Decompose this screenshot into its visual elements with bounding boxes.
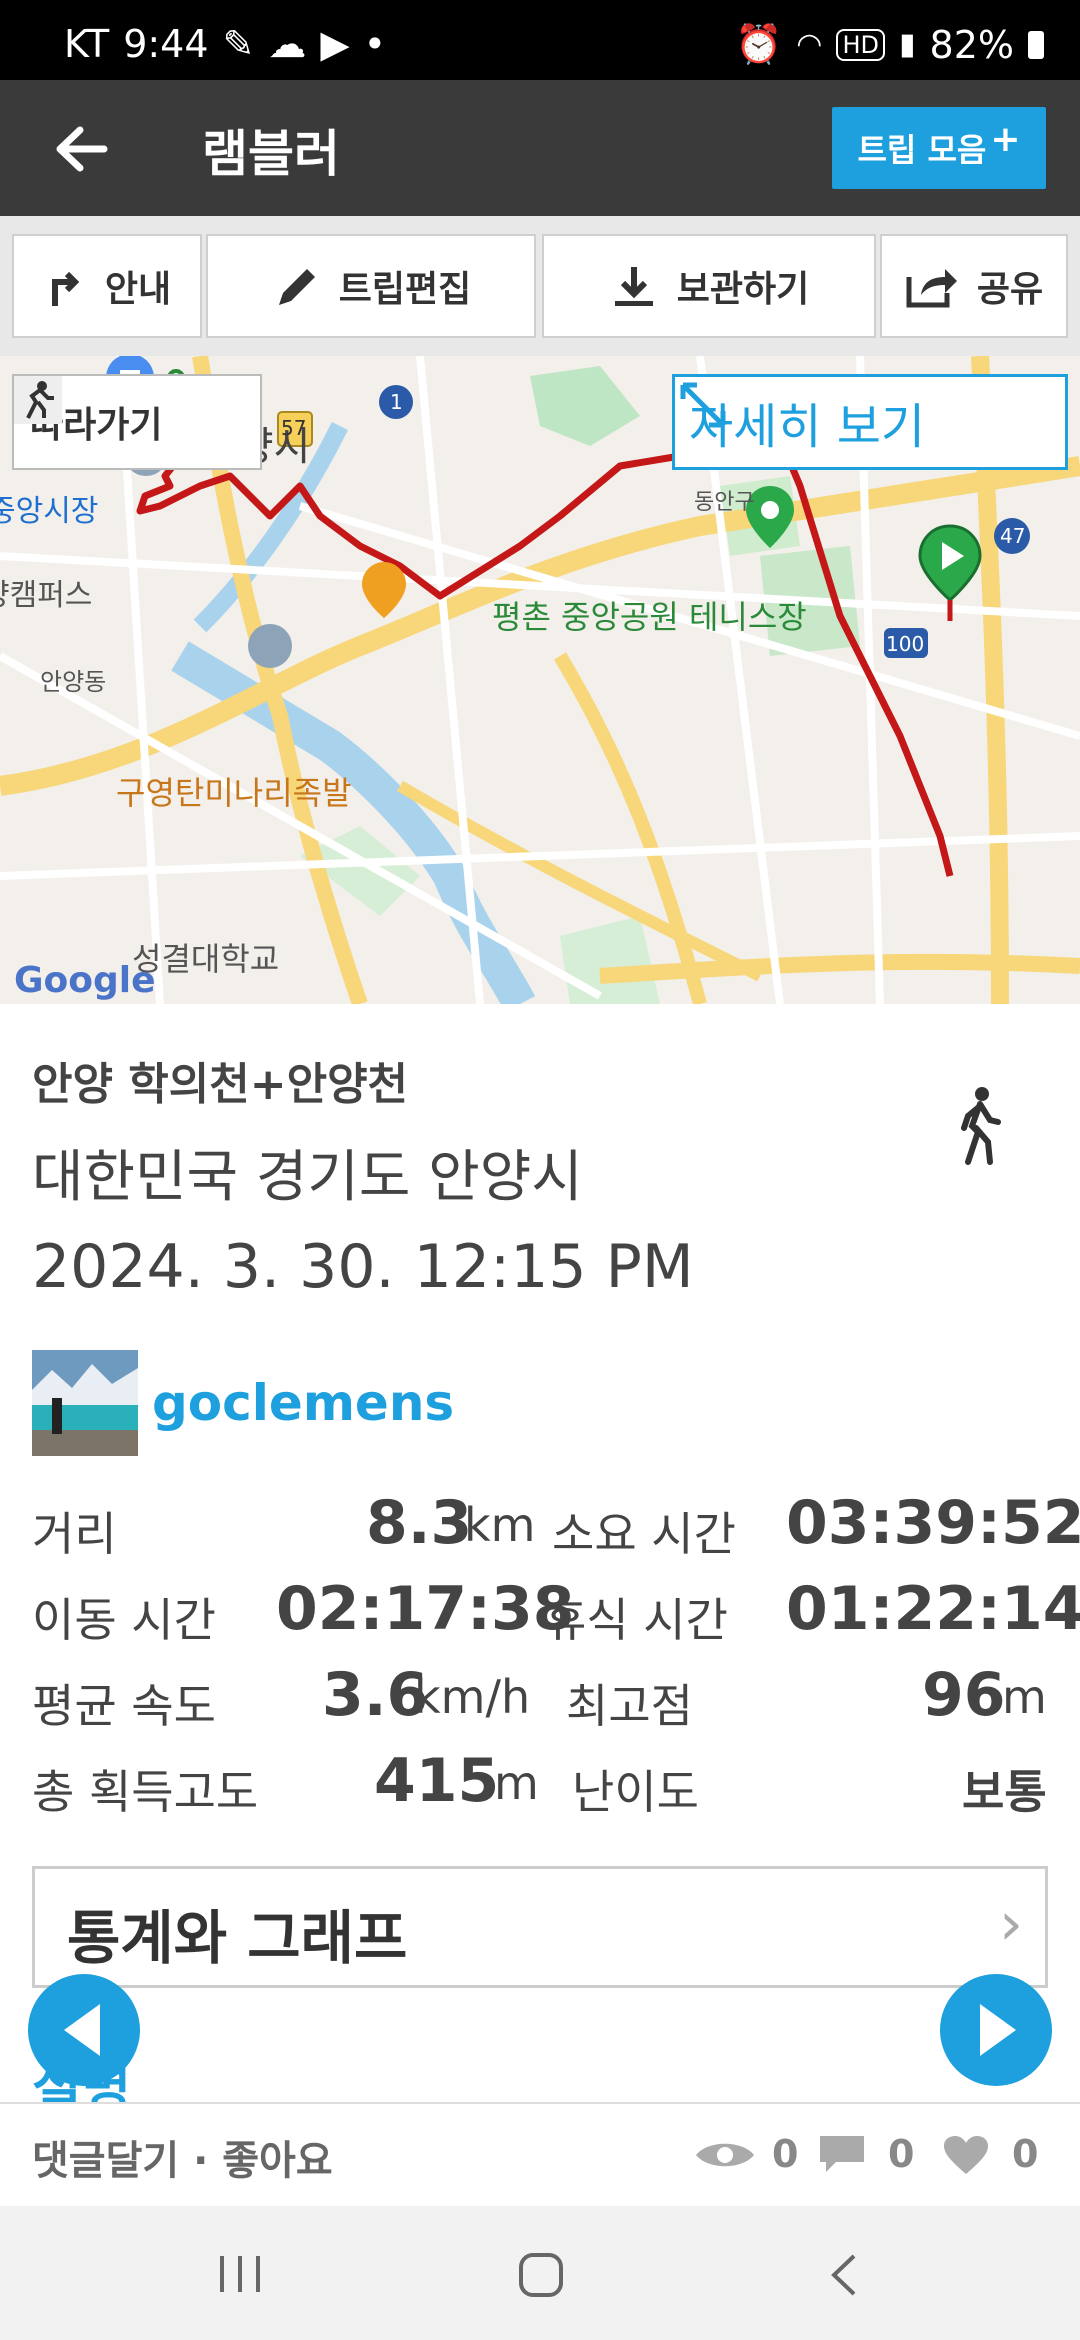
trip-name: 안양 학의천+안양천 xyxy=(32,1059,409,1110)
share-icon xyxy=(906,269,957,308)
avg-speed-unit: km/h xyxy=(414,1670,531,1724)
chevron-right-icon: › xyxy=(999,1889,1023,1959)
follow-button[interactable]: 따라가기 xyxy=(12,374,262,470)
view-detail-button[interactable]: 자세히 보기 xyxy=(672,374,1068,470)
guide-label: 안내 xyxy=(104,269,172,310)
max-alt-unit: m xyxy=(1002,1670,1047,1724)
likes-count: 0 xyxy=(1012,2132,1039,2176)
rest-value: 01:22:14 xyxy=(786,1574,1080,1644)
system-navigation-bar xyxy=(0,2206,1080,2340)
share-button[interactable]: 공유 xyxy=(880,234,1068,338)
duration-label: 소요 시간 xyxy=(552,1507,736,1561)
hd-icon: HD xyxy=(836,28,886,61)
recent-apps-icon[interactable] xyxy=(216,2252,266,2296)
eye-icon xyxy=(696,2143,754,2167)
app-bar: 램블러 트립 모음 + xyxy=(0,80,1080,216)
route-shield-1: 1 xyxy=(390,390,403,414)
youtube-icon: ▶ xyxy=(320,22,350,66)
pen-icon: ✎ xyxy=(222,22,255,66)
difficulty-value: 보통 xyxy=(962,1765,1047,1819)
back-arrow-icon[interactable] xyxy=(46,114,116,184)
gain-value: 415 xyxy=(374,1746,500,1816)
username-link[interactable]: goclemens xyxy=(152,1374,454,1432)
distance-unit: km xyxy=(464,1498,536,1552)
walker-icon xyxy=(14,376,62,424)
moving-value: 02:17:38 xyxy=(276,1574,575,1644)
trip-location: 대한민국 경기도 안양시 xyxy=(32,1145,583,1210)
comments-count: 0 xyxy=(888,2132,915,2176)
stats-graph-button[interactable]: 통계와 그래프 › xyxy=(32,1866,1048,1988)
moving-label: 이동 시간 xyxy=(32,1593,216,1647)
avatar[interactable] xyxy=(32,1350,138,1456)
map-label-campus: 양캠퍼스 xyxy=(0,578,93,613)
guide-button[interactable]: 안내 xyxy=(12,234,202,338)
route-shield-47: 47 xyxy=(1000,524,1026,548)
difficulty-label: 난이도 xyxy=(572,1765,699,1819)
battery-level: 82% xyxy=(929,22,1014,67)
map-label-district: 동안구 xyxy=(694,490,755,515)
edit-trip-label: 트립편집 xyxy=(338,269,472,310)
alarm-icon: ⏰ xyxy=(734,22,783,66)
turn-right-icon xyxy=(51,271,80,306)
download-icon xyxy=(614,267,653,306)
comment-like-link[interactable]: 댓글달기 · 좋아요 xyxy=(32,2128,333,2186)
pencil-icon xyxy=(278,269,315,305)
stats-graph-label: 통계와 그래프 xyxy=(67,1904,408,1972)
plus-icon: + xyxy=(990,118,1021,160)
map-label-park: 평촌 중앙공원 테니스장 xyxy=(492,598,807,636)
map-label-market: 중앙시장 xyxy=(0,494,99,529)
duration-value: 03:39:52 xyxy=(786,1488,1080,1558)
route-shield-57: 57 xyxy=(281,416,307,440)
max-alt-value: 96 xyxy=(922,1660,1006,1730)
edit-trip-button[interactable]: 트립편집 xyxy=(206,234,536,338)
google-logo: Google xyxy=(14,960,156,1001)
rest-label: 휴식 시간 xyxy=(544,1593,728,1647)
route-map[interactable]: 안양시 중앙시장 양캠퍼스 안양동 동안구 평촌 중앙공원 테니스장 구영탄미나… xyxy=(0,356,1080,1004)
distance-value: 8.3 xyxy=(366,1488,473,1558)
distance-label: 거리 xyxy=(32,1507,117,1561)
stats-row-2: 이동 시간 02:17:38 휴식 시간 01:22:14 xyxy=(32,1574,1080,1654)
arrow-left-icon xyxy=(64,2004,100,2056)
action-toolbar: 안내 트립편집 보관하기 공유 xyxy=(0,216,1080,356)
route-shield-100: 100 xyxy=(886,632,925,656)
save-label: 보관하기 xyxy=(676,269,810,310)
app-title: 램블러 xyxy=(202,125,340,183)
carrier-label: KT xyxy=(64,22,110,66)
gain-unit: m xyxy=(494,1756,539,1810)
share-label: 공유 xyxy=(976,269,1044,310)
views-count: 0 xyxy=(772,2132,799,2176)
heart-icon xyxy=(944,2136,988,2174)
back-nav-icon[interactable] xyxy=(824,2250,864,2300)
map-label-dong: 안양동 xyxy=(40,668,107,696)
stats-row-4: 총 획득고도 415 m 난이도 보통 xyxy=(32,1746,1048,1826)
comment-icon xyxy=(820,2136,864,2172)
walking-icon xyxy=(961,1087,1001,1165)
map-label-restaurant: 구영탄미나리족발 xyxy=(116,774,352,812)
gain-label: 총 획득고도 xyxy=(32,1765,259,1819)
arrow-right-icon xyxy=(980,2004,1016,2056)
trip-date: 2024. 3. 30. 12:15 PM xyxy=(32,1232,694,1302)
trip-collection-button[interactable]: 트립 모음 + xyxy=(832,107,1046,189)
stats-row-1: 거리 8.3 km 소요 시간 03:39:52 xyxy=(32,1488,1080,1568)
next-trip-button[interactable] xyxy=(940,1974,1052,2086)
previous-trip-button[interactable] xyxy=(28,1974,140,2086)
cloud-icon: ☁ xyxy=(268,22,307,66)
clock: 9:44 xyxy=(123,22,209,66)
avg-speed-label: 평균 속도 xyxy=(32,1679,216,1733)
signal-icon: ▮ xyxy=(899,27,916,62)
dot-icon: • xyxy=(363,22,387,66)
home-icon[interactable] xyxy=(516,2250,566,2300)
trip-collection-label: 트립 모음 xyxy=(857,131,987,169)
stats-row-3: 평균 속도 3.6 km/h 최고점 96 m xyxy=(32,1660,1048,1740)
max-alt-label: 최고점 xyxy=(566,1679,693,1733)
avg-speed-value: 3.6 xyxy=(322,1660,429,1730)
save-button[interactable]: 보관하기 xyxy=(542,234,876,338)
battery-icon xyxy=(1028,30,1044,59)
wifi-icon: ◠ xyxy=(796,27,823,62)
status-bar: KT 9:44 ✎ ☁ ▶ • ⏰ ◠ HD ▮ 82% xyxy=(0,0,1080,80)
bottom-action-bar: 댓글달기 · 좋아요 0 0 0 xyxy=(0,2102,1080,2206)
expand-icon xyxy=(680,382,726,428)
trip-info: 안양 학의천+안양천 대한민국 경기도 안양시 2024. 3. 30. 12:… xyxy=(0,1004,1080,2120)
